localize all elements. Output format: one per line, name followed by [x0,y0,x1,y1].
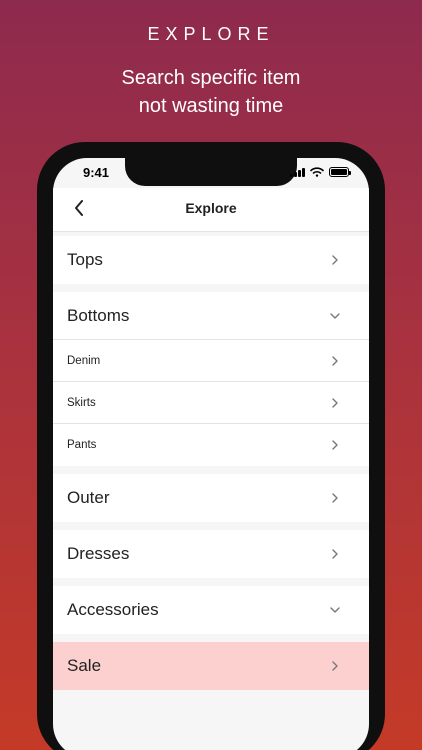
category-list: Tops Bottoms Denim Skirts Pants Outer Dr… [53,236,369,698]
chevron-down-icon [330,607,340,613]
category-label: Bottoms [67,305,130,325]
chevron-right-icon [332,440,338,450]
chevron-right-icon [332,255,338,265]
subcategory-label: Skirts [67,396,96,409]
phone-screen: 9:41 Explore Tops Bottoms Denim Skirts P… [53,158,369,750]
chevron-right-icon [332,355,338,366]
category-label: Sale [67,656,102,675]
subcategory-denim[interactable]: Denim [53,340,369,382]
chevron-right-icon [332,549,338,559]
category-label: Accessories [67,600,159,619]
category-bottoms[interactable]: Bottoms [53,292,369,340]
subcategory-pants[interactable]: Pants [53,424,369,466]
category-label: Outer [67,488,110,507]
battery-icon [329,167,351,177]
category-label: Dresses [67,544,130,563]
category-sale[interactable]: Sale [53,642,369,690]
promo-title: EXPLORE [147,24,275,44]
subcategory-label: Denim [67,354,101,367]
signal-icon [290,167,305,177]
promo-subtitle-line1: Search specific item [121,67,301,89]
chevron-down-icon [330,312,340,319]
phone-notch [125,158,297,186]
status-time: 9:41 [83,165,110,180]
promo-subtitle: Search specific item not wasting time [0,64,422,120]
promo-subtitle-line2: not wasting time [138,95,284,117]
category-label: Tops [67,250,103,269]
phone-frame: 9:41 Explore Tops Bottoms Denim Skirts P… [37,142,385,750]
navigation-bar: Explore [53,188,369,232]
wifi-icon [310,167,324,177]
category-outer[interactable]: Outer [53,474,369,522]
subcategory-label: Pants [67,439,97,451]
chevron-right-icon [332,661,338,671]
page-title: Explore [185,200,237,216]
chevron-right-icon [332,397,338,408]
subcategory-skirts[interactable]: Skirts [53,382,369,424]
category-dresses[interactable]: Dresses [53,530,369,578]
chevron-right-icon [332,493,338,503]
category-accessories[interactable]: Accessories [53,586,369,634]
category-tops[interactable]: Tops [53,236,369,284]
status-icons [290,167,351,177]
